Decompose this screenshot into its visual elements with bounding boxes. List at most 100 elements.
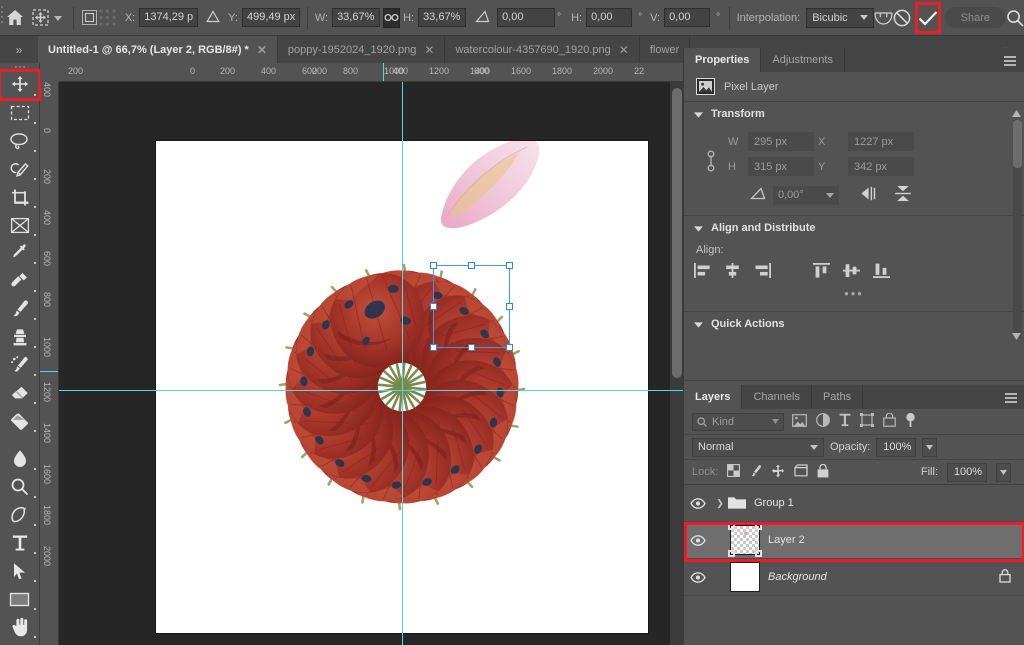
type-tool[interactable] (0, 529, 39, 557)
blend-mode-select[interactable]: Normal (692, 438, 824, 457)
gradient-tool[interactable] (0, 407, 39, 435)
y-position-field[interactable]: 499,49 px (242, 8, 300, 27)
filter-pixel-icon[interactable] (792, 414, 807, 430)
vertical-guide[interactable] (402, 82, 403, 645)
width-percent-field[interactable]: 33,67% (332, 8, 380, 27)
align-bottom-edges-icon[interactable] (873, 263, 890, 281)
dodge-tool[interactable] (0, 473, 39, 501)
horizontal-guide[interactable] (59, 390, 683, 391)
tab-adjustments[interactable]: Adjustments (761, 48, 845, 72)
panel-menu-icon[interactable] (1004, 56, 1016, 65)
filter-type-icon[interactable] (839, 413, 851, 430)
transform-section-header[interactable]: Transform (684, 102, 1024, 126)
transform-handle-middle-left[interactable] (430, 303, 437, 310)
crop-tool[interactable] (0, 183, 39, 211)
align-left-edges-icon[interactable] (694, 263, 711, 281)
height-percent-field[interactable]: 33,67% (418, 8, 466, 27)
vertical-ruler[interactable]: 400 0 200 400 600 800 1000 1200 1400 160… (40, 82, 59, 645)
rectangle-tool[interactable] (0, 585, 39, 613)
lock-all-icon[interactable] (817, 464, 829, 481)
layer-row-layer-2[interactable]: Layer 2 (684, 522, 1024, 559)
align-right-edges-icon[interactable] (754, 263, 771, 281)
align-horizontal-centers-icon[interactable] (724, 263, 741, 281)
tab-close-icon[interactable]: ✕ (619, 44, 629, 56)
lock-artboard-nesting-icon[interactable] (794, 464, 808, 480)
fill-field[interactable]: 100% (947, 463, 987, 482)
object-selection-tool[interactable] (0, 155, 39, 183)
filter-adjustment-icon[interactable] (816, 413, 830, 430)
transform-handle-bottom-center[interactable] (468, 344, 475, 351)
align-vertical-centers-icon[interactable] (843, 263, 860, 281)
path-selection-tool[interactable] (0, 557, 39, 585)
canvas-scrollbar-thumb[interactable] (672, 88, 682, 378)
transform-y-field[interactable]: 342 px (848, 157, 914, 176)
transform-handle-top-center[interactable] (468, 262, 475, 269)
ruler-corner[interactable] (40, 63, 59, 82)
lock-transparent-pixels-icon[interactable] (727, 464, 740, 480)
filter-smart-object-icon[interactable] (883, 413, 896, 430)
layer-name[interactable]: Layer 2 (768, 534, 805, 546)
group-expand-icon[interactable]: ❯ (712, 498, 728, 509)
canvas-vertical-scrollbar[interactable] (670, 82, 683, 645)
transform-angle-field[interactable]: 0,00° (773, 186, 839, 205)
transform-h-field[interactable]: 315 px (748, 157, 814, 176)
hand-tool[interactable] (0, 613, 39, 641)
transform-handle-top-left[interactable] (430, 262, 437, 269)
lock-position-icon[interactable] (771, 464, 785, 481)
canvas-viewport[interactable] (59, 82, 683, 645)
layer-thumbnail[interactable] (730, 562, 760, 592)
layer-name[interactable]: Background (768, 571, 827, 583)
tab-channels[interactable]: Channels (742, 385, 811, 409)
auto-select-icon[interactable] (81, 7, 98, 29)
layer-row-group-1[interactable]: ❯ Group 1 (684, 485, 1024, 522)
align-more-options-button[interactable]: ••• (694, 281, 1014, 303)
align-top-edges-icon[interactable] (813, 263, 830, 281)
pen-tool[interactable] (0, 501, 39, 529)
x-position-field[interactable]: 1374,29 p (139, 8, 198, 27)
layer-name[interactable]: Group 1 (754, 497, 794, 509)
flip-vertical-icon[interactable] (894, 185, 912, 205)
flip-horizontal-icon[interactable] (860, 186, 880, 204)
chain-link-icon[interactable] (383, 8, 400, 28)
tab-properties[interactable]: Properties (684, 48, 761, 72)
constrain-proportions-icon[interactable] (694, 132, 728, 172)
brush-tool[interactable] (0, 295, 39, 323)
align-section-header[interactable]: Align and Distribute (684, 216, 1024, 240)
spot-healing-brush-tool[interactable] (0, 267, 39, 295)
document-tab-untitled-1[interactable]: Untitled-1 @ 66,7% (Layer 2, RGB/8#) * ✕ (38, 36, 278, 63)
tab-paths[interactable]: Paths (812, 385, 863, 409)
tab-layers[interactable]: Layers (684, 385, 742, 409)
search-icon[interactable] (1006, 3, 1024, 33)
cancel-transform-icon[interactable] (893, 5, 911, 31)
eraser-tool[interactable] (0, 379, 39, 407)
scroll-down-arrow-icon[interactable] (1012, 333, 1021, 340)
layer-row-background[interactable]: Background (684, 559, 1024, 596)
skew-h-field[interactable]: 0,00 (586, 8, 632, 27)
tool-preset-picker[interactable] (24, 6, 66, 30)
home-icon[interactable] (6, 0, 24, 36)
transform-handle-middle-right[interactable] (506, 303, 513, 310)
properties-scrollbar-thumb[interactable] (1013, 120, 1022, 168)
layer-visibility-icon[interactable] (684, 572, 712, 583)
reference-point-icon[interactable] (198, 10, 228, 26)
document-tab-poppy[interactable]: poppy-1952024_1920.png ✕ (278, 36, 446, 63)
layer-thumbnail[interactable] (730, 525, 760, 555)
horizontal-ruler[interactable]: 200 0 200 400 600 200 400 600 800 1000 1… (40, 63, 683, 82)
frame-tool[interactable] (0, 211, 39, 239)
tab-overflow-left-icon[interactable]: » (0, 36, 38, 63)
interpolation-select[interactable]: Bicubic (806, 8, 873, 28)
layer-visibility-icon[interactable] (684, 498, 712, 509)
properties-scrollbar[interactable] (1013, 120, 1022, 338)
share-button[interactable]: Share (945, 7, 1006, 28)
lock-image-pixels-icon[interactable] (749, 464, 762, 481)
lasso-tool[interactable] (0, 127, 39, 155)
commit-transform-icon[interactable] (918, 10, 938, 26)
panel-menu-icon[interactable] (1005, 393, 1017, 402)
transform-handle-top-right[interactable] (506, 262, 513, 269)
transform-w-field[interactable]: 295 px (748, 132, 814, 151)
history-brush-tool[interactable] (0, 351, 39, 379)
skew-v-field[interactable]: 0,00 (664, 8, 710, 27)
eyedropper-tool[interactable] (0, 239, 39, 267)
tool-preset-caret-icon[interactable] (54, 12, 62, 24)
opacity-stepper-caret[interactable] (922, 438, 937, 457)
